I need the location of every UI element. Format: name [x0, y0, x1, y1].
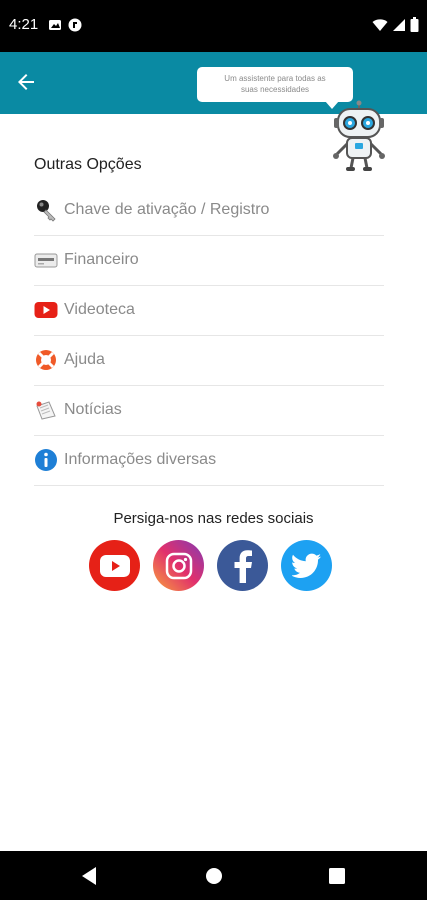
nav-back-icon[interactable]: [78, 864, 102, 888]
news-icon: [36, 401, 56, 420]
menu-item-news[interactable]: Notícias: [34, 386, 384, 436]
info-icon: [35, 449, 57, 471]
twitter-button[interactable]: [281, 540, 332, 591]
key-icon: [37, 200, 56, 222]
system-nav-bar: [0, 851, 427, 900]
status-bar: 4:21: [0, 0, 427, 52]
back-arrow-icon[interactable]: [14, 70, 38, 94]
menu-item-help[interactable]: Ajuda: [34, 336, 384, 386]
nav-recents-icon[interactable]: [325, 864, 349, 888]
menu-item-finance[interactable]: Financeiro: [34, 236, 384, 286]
status-icons: [372, 17, 419, 32]
menu-item-info[interactable]: Informações diversas: [34, 436, 384, 486]
menu-label: Videoteca: [64, 301, 135, 318]
tooltip-line2: suas necessidades: [240, 85, 310, 94]
menu-item-activation-key[interactable]: Chave de ativação / Registro: [34, 186, 384, 236]
menu-label: Ajuda: [64, 351, 105, 368]
assistant-tooltip: Um assistente para todas as suas necessi…: [197, 67, 353, 109]
tooltip-line1: Um assistente para todas as: [224, 74, 326, 83]
battery-icon: [410, 17, 419, 32]
signal-icon: [393, 18, 405, 31]
wifi-icon: [372, 18, 388, 31]
instagram-logo-icon: [165, 552, 192, 579]
gallery-icon: [49, 20, 61, 30]
social-links: [89, 540, 332, 591]
lifebuoy-icon: [36, 350, 56, 370]
instagram-button[interactable]: [153, 540, 204, 591]
status-time: 4:21: [9, 16, 39, 33]
nav-home-icon[interactable]: [202, 864, 226, 888]
facebook-button[interactable]: [217, 540, 268, 591]
app-notification-icon: [68, 18, 82, 32]
finance-icon: [34, 253, 58, 268]
youtube-logo-icon: [99, 554, 130, 577]
menu-label: Notícias: [64, 401, 122, 418]
options-list: Chave de ativação / Registro Financeiro …: [34, 186, 384, 486]
twitter-logo-icon: [291, 553, 321, 578]
social-title: Persiga-nos nas redes sociais: [113, 510, 314, 527]
screen: 4:21 Um assistente para todas as suas ne…: [0, 0, 427, 900]
menu-label: Chave de ativação / Registro: [64, 201, 270, 218]
facebook-logo-icon: [234, 549, 252, 583]
menu-label: Informações diversas: [64, 451, 217, 468]
menu-item-video-library[interactable]: Videoteca: [34, 286, 384, 336]
youtube-icon: [34, 302, 58, 318]
menu-label: Financeiro: [64, 251, 139, 268]
section-title: Outras Opções: [34, 156, 142, 173]
youtube-button[interactable]: [89, 540, 140, 591]
robot-mascot-icon: [333, 100, 385, 171]
